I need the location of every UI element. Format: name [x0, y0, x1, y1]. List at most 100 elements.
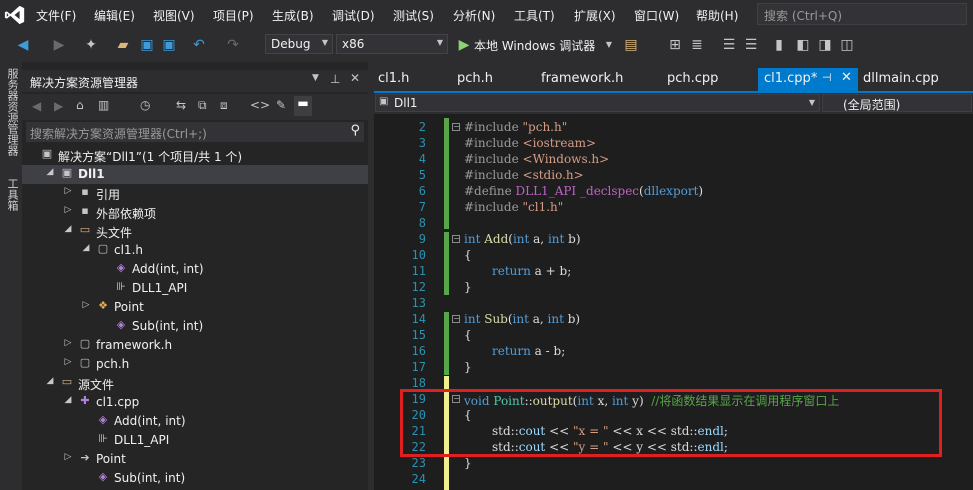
prev-bookmark-icon[interactable]: ◧	[794, 36, 812, 54]
save-icon[interactable]: ▣	[138, 36, 156, 54]
next-bookmark-icon[interactable]: ◨	[816, 36, 834, 54]
back-icon[interactable]: ◀	[14, 36, 32, 54]
tree-item[interactable]: ◈ Add(int, int)	[22, 412, 368, 431]
menu-build[interactable]: 生成(B)	[272, 7, 314, 24]
tree-item[interactable]: ▷ ➔ Point	[22, 450, 368, 469]
menu-tools[interactable]: 工具(T)	[514, 7, 555, 24]
step-icon[interactable]: ⊞	[666, 36, 684, 54]
tree-item[interactable]: ◢ ▣ Dll1	[22, 165, 368, 184]
switch-views-icon[interactable]: ▥	[98, 98, 109, 112]
collapsed-arrow-icon[interactable]: ▷	[62, 357, 74, 367]
code-line[interactable]: int Sub(int a, int b)	[464, 312, 580, 326]
menu-file[interactable]: 文件(F)	[36, 7, 76, 24]
outdent-icon[interactable]: ☰	[742, 36, 760, 54]
attach-process-icon[interactable]: ▤	[622, 36, 640, 54]
toolbox-tab[interactable]: 工具箱	[4, 178, 20, 211]
expanded-arrow-icon[interactable]: ◢	[80, 243, 92, 253]
chevron-down-icon[interactable]: ▼	[600, 36, 618, 54]
menu-project[interactable]: 项目(P)	[213, 7, 254, 24]
expanded-arrow-icon[interactable]: ◢	[44, 167, 56, 177]
code-line[interactable]: int Add(int a, int b)	[464, 232, 581, 246]
menu-extensions[interactable]: 扩展(X)	[574, 7, 616, 24]
forward-icon[interactable]: ▶	[54, 99, 63, 113]
new-project-icon[interactable]: ✦	[82, 36, 100, 54]
scope-dropdown[interactable]: (全局范围)	[822, 94, 972, 112]
history-icon[interactable]: ◷	[140, 98, 150, 112]
config-dropdown[interactable]: Debug ▼	[265, 34, 333, 54]
code-line[interactable]: #include "pch.h"	[464, 120, 567, 134]
menu-analyze[interactable]: 分析(N)	[453, 7, 495, 24]
redo-icon[interactable]: ↷	[224, 36, 242, 54]
tab-cl1-cpp[interactable]: cl1.cpp* ⊣ ✕	[758, 68, 858, 91]
server-explorer-tab[interactable]: 服务器资源管理器	[4, 68, 20, 156]
menu-debug[interactable]: 调试(D)	[332, 7, 375, 24]
tree-item[interactable]: ◢ ▭ 头文件	[22, 222, 368, 241]
tree-item[interactable]: ▣ 解决方案“Dll1”(1 个项目/共 1 个)	[22, 146, 368, 165]
menu-edit[interactable]: 编辑(E)	[94, 7, 135, 24]
tree-item[interactable]: ◈ Sub(int, int)	[22, 317, 368, 336]
close-icon[interactable]: ✕	[841, 70, 852, 85]
pin-icon[interactable]: ⊥	[330, 72, 340, 86]
tree-item[interactable]: ▷ ▢ framework.h	[22, 336, 368, 355]
forward-icon[interactable]: ▶	[50, 36, 68, 54]
tree-item[interactable]: ▷ ▢ pch.h	[22, 355, 368, 374]
run-debugger-button[interactable]: 本地 Windows 调试器	[474, 37, 595, 54]
menu-test[interactable]: 测试(S)	[393, 7, 434, 24]
close-icon[interactable]: ✕	[350, 71, 360, 85]
tab-framework-h[interactable]: framework.h	[541, 68, 641, 91]
code-view-icon[interactable]: <>	[250, 98, 270, 112]
code-line[interactable]: #include <iostream>	[464, 136, 596, 150]
tab-pch-cpp[interactable]: pch.cpp	[667, 68, 747, 91]
tab-pch-h[interactable]: pch.h	[457, 68, 527, 91]
search-icon[interactable]: ⚲	[350, 123, 360, 138]
menu-view[interactable]: 视图(V)	[153, 7, 195, 24]
code-line[interactable]: return a - b;	[492, 344, 565, 358]
quick-search-input[interactable]: 搜索 (Ctrl+Q)	[757, 3, 967, 25]
tree-item[interactable]: ◈ Sub(int, int)	[22, 469, 368, 488]
collapsed-arrow-icon[interactable]: ▷	[62, 338, 74, 348]
tree-item[interactable]: ▷ ❖ Point	[22, 298, 368, 317]
solution-search-input[interactable]: 搜索解决方案资源管理器(Ctrl+;) ⚲	[26, 122, 364, 142]
tab-dllmain-cpp[interactable]: dllmain.cpp	[863, 68, 963, 91]
format-icon[interactable]: ≣	[688, 36, 706, 54]
preview-icon[interactable]: ▬	[294, 96, 312, 116]
open-folder-icon[interactable]: ▰	[114, 36, 132, 54]
back-icon[interactable]: ◀	[32, 99, 41, 113]
expanded-arrow-icon[interactable]: ◢	[62, 224, 74, 234]
code-line[interactable]: #include <stdio.h>	[464, 168, 584, 182]
collapsed-arrow-icon[interactable]: ▷	[80, 300, 92, 310]
collapse-all-icon[interactable]: ⧉	[198, 98, 207, 113]
platform-dropdown[interactable]: x86 ▼	[336, 34, 448, 54]
collapse-toggle-icon[interactable]: −	[452, 123, 460, 131]
tree-item[interactable]: ◢ ▭ 源文件	[22, 374, 368, 393]
code-line[interactable]: {	[464, 248, 472, 262]
collapsed-arrow-icon[interactable]: ▷	[62, 186, 74, 196]
pin-icon[interactable]: ⊣	[822, 71, 832, 84]
tree-item[interactable]: ⊪ DLL1_API	[22, 431, 368, 450]
home-icon[interactable]: ⌂	[76, 98, 84, 112]
tree-item[interactable]: ⊪ DLL1_API	[22, 279, 368, 298]
code-line[interactable]: #define DLL1_API _declspec(dllexport)	[464, 184, 703, 198]
expanded-arrow-icon[interactable]: ◢	[62, 395, 74, 405]
collapse-toggle-icon[interactable]: −	[452, 235, 460, 243]
project-dropdown[interactable]: ▣ Dll1 ▼	[375, 94, 820, 112]
undo-icon[interactable]: ↶	[190, 36, 208, 54]
dropdown-icon[interactable]: ▼	[312, 73, 319, 83]
code-line[interactable]: return a + b;	[492, 264, 571, 278]
collapsed-arrow-icon[interactable]: ▷	[62, 452, 74, 462]
save-all-icon[interactable]: ▣	[160, 36, 178, 54]
code-line[interactable]: #include <Windows.h>	[464, 152, 609, 166]
code-line[interactable]: {	[464, 328, 472, 342]
tree-item[interactable]: ▷ ▪ 外部依赖项	[22, 203, 368, 222]
tree-item[interactable]: ▷ ▪ 引用	[22, 184, 368, 203]
menu-window[interactable]: 窗口(W)	[634, 7, 679, 24]
code-line[interactable]: #include "cl1.h"	[464, 200, 563, 214]
code-line[interactable]: }	[464, 280, 472, 294]
sync-icon[interactable]: ⇆	[176, 98, 186, 112]
tree-item[interactable]: ◈ Add(int, int)	[22, 260, 368, 279]
menu-help[interactable]: 帮助(H)	[696, 7, 738, 24]
indent-icon[interactable]: ☰	[720, 36, 738, 54]
visual-studio-logo-icon[interactable]	[4, 4, 26, 26]
show-all-files-icon[interactable]: ⧈	[220, 98, 228, 113]
collapse-toggle-icon[interactable]: −	[452, 315, 460, 323]
